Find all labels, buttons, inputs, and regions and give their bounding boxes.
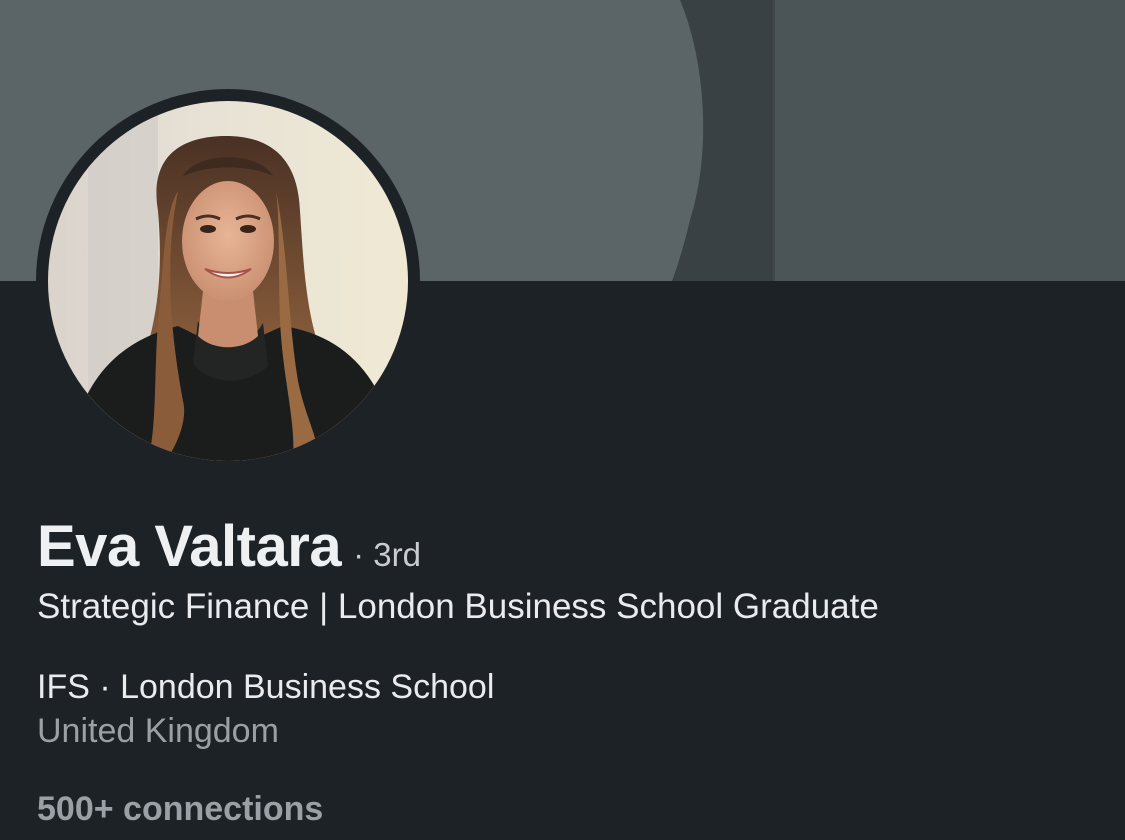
profile-location: United Kingdom [37, 712, 279, 750]
profile-name: Eva Valtara [37, 514, 342, 579]
person-photo-icon [48, 101, 408, 461]
avatar-photo [48, 101, 408, 461]
profile-page: Eva Valtara · 3rd Strategic Finance | Lo… [0, 0, 1125, 840]
company-education[interactable]: IFS · London Business School [37, 668, 494, 707]
name-row: Eva Valtara · 3rd [37, 513, 421, 583]
connection-degree: · 3rd [353, 536, 421, 573]
connections-count[interactable]: 500+ connections [37, 790, 323, 829]
profile-avatar[interactable] [36, 89, 420, 473]
profile-headline: Strategic Finance | London Business Scho… [37, 587, 879, 626]
